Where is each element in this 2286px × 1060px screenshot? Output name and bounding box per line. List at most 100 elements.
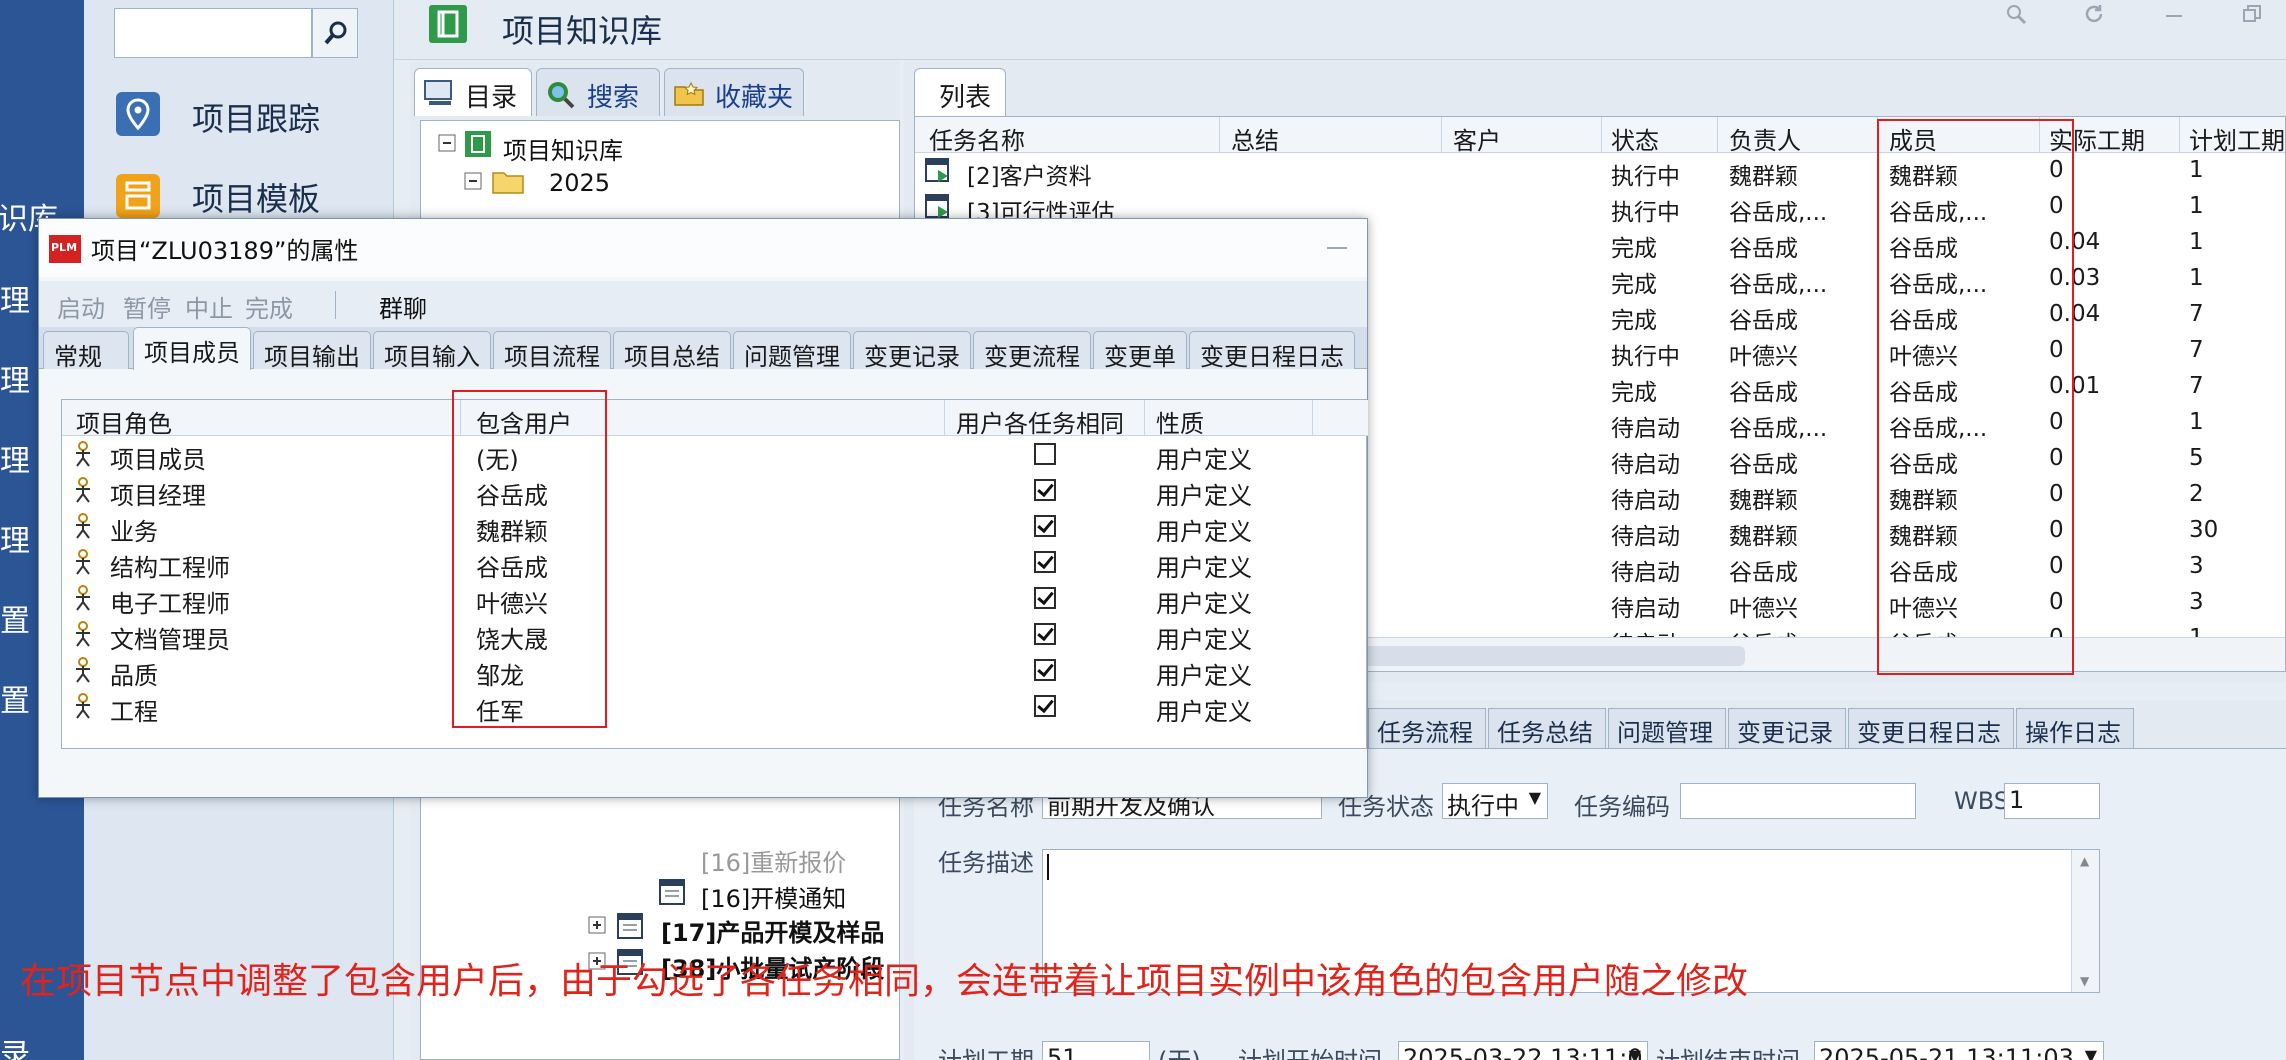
tree-node-partial[interactable]: [16]重新报价 [701,843,846,878]
dialog-title-bar[interactable]: PLM 项目“ZLU03189”的属性 [39,219,1367,277]
module-label[interactable]: 录 [0,1030,30,1060]
tab-operation-log[interactable]: 操作日志 [2016,708,2134,748]
table-row[interactable]: 项目经理 谷岳成 用户定义 [62,472,1368,510]
tab-change-record[interactable]: 变更记录 [1728,708,1846,748]
tab-catalog[interactable]: 目录 [414,68,532,116]
table-row[interactable]: 文档管理员 饶大晟 用户定义 [62,616,1368,654]
tab-project-input[interactable]: 项目输入 [373,331,491,371]
collapse-icon[interactable] [437,133,459,155]
tab-change-flow[interactable]: 变更流程 [973,331,1091,371]
tree-node-year[interactable]: 2025 [549,169,610,197]
collapse-icon[interactable] [463,171,485,193]
module-label[interactable]: 理 [0,516,30,560]
tree-node-task[interactable]: [16]开模通知 [701,879,846,914]
table-row[interactable]: 电子工程师 叶德兴 用户定义 [62,580,1368,618]
table-cell: 待启动 [1611,488,1680,514]
table-cell: 1 [2189,409,2204,435]
module-label[interactable]: 理 [0,276,30,320]
same-for-tasks-checkbox[interactable] [1034,587,1056,609]
tab-task-flow[interactable]: 任务流程 [1368,708,1486,748]
minimize-icon[interactable] [1325,245,1349,251]
task-status-select[interactable]: 执行中 ▼ [1442,783,1548,820]
tab-list[interactable]: 列表 [914,68,1006,116]
restore-icon[interactable] [2240,2,2264,26]
column-header[interactable]: 任务名称 [929,121,1025,156]
complete-button[interactable]: 完成 [245,289,293,324]
table-cell: 待启动 [1611,416,1680,442]
same-for-tasks-checkbox[interactable] [1034,551,1056,573]
module-label[interactable]: 置 [0,676,30,720]
start-button[interactable]: 启动 [57,289,105,324]
tab-issue-management[interactable]: 问题管理 [733,331,851,371]
member-role-table[interactable]: 项目角色 包含用户 用户各任务相同 性质 项目成员 (无) 用户定义 项目经理 谷岳成用… [61,399,1368,749]
plan-start-picker[interactable]: 2025-03-22 13:11:0 ▼ [1398,1041,1648,1060]
nav-search-input[interactable] [114,8,312,58]
tab-label: 项目输入 [384,343,480,371]
nav-item-project-tracking[interactable]: 项目跟踪 [114,80,384,150]
tab-issue-management[interactable]: 问题管理 [1608,708,1726,748]
tab-project-members[interactable]: 项目成员 [133,327,251,370]
role-user-icon [76,693,90,719]
tab-project-output[interactable]: 项目输出 [253,331,371,371]
tab-change-schedule-log[interactable]: 变更日程日志 [1848,708,2014,748]
refresh-icon[interactable] [2082,2,2106,26]
group-chat-button[interactable]: 群聊 [379,289,427,324]
column-header[interactable]: 负责人 [1729,121,1801,156]
column-header[interactable]: 性质 [1156,404,1204,439]
same-for-tasks-checkbox[interactable] [1034,659,1056,681]
table-row[interactable]: [2]客户资料 执行中 魏群颖 魏群颖 0 1 [915,153,2285,190]
tab-label: 项目总结 [624,343,720,371]
tab-task-summary[interactable]: 任务总结 [1488,708,1606,748]
tree-node-task-group[interactable]: [17]产品开模及样品 [661,913,884,948]
table-cell: [2]客户资料 [967,164,1092,190]
tab-search[interactable]: 搜索 [536,68,660,116]
same-for-tasks-checkbox[interactable] [1034,443,1056,465]
module-label[interactable]: 理 [0,356,30,400]
same-for-tasks-checkbox[interactable] [1034,479,1056,501]
wbs-field[interactable]: 1 [2004,783,2100,819]
scroll-up-icon[interactable]: ▲ [2080,854,2089,868]
pause-button[interactable]: 暂停 [123,289,171,324]
column-header[interactable]: 用户各任务相同 [956,404,1124,439]
role-nature: 用户定义 [1156,446,1252,474]
minimize-icon[interactable] [2162,2,2186,26]
same-for-tasks-checkbox[interactable] [1034,623,1056,645]
column-header[interactable]: 总结 [1231,121,1279,156]
plan-end-picker[interactable]: 2025-05-21 13:11:03 ▼ [1814,1041,2104,1060]
search-button[interactable] [312,8,358,58]
module-label[interactable]: 置 [0,596,30,640]
column-header[interactable]: 计划工期 [2189,121,2285,156]
column-header[interactable]: 状态 [1611,121,1659,156]
same-for-tasks-checkbox[interactable] [1034,515,1056,537]
tree-node-root[interactable]: 项目知识库 [503,131,623,166]
role-name: 结构工程师 [110,554,230,582]
table-row[interactable]: 业务 魏群颖 用户定义 [62,508,1368,546]
table-row[interactable]: 结构工程师 谷岳成 用户定义 [62,544,1368,582]
tab-change-schedule-log[interactable]: 变更日程日志 [1189,331,1355,371]
tab-project-flow[interactable]: 项目流程 [493,331,611,371]
tab-project-summary[interactable]: 项目总结 [613,331,731,371]
same-for-tasks-checkbox[interactable] [1034,695,1056,717]
zoom-icon[interactable] [2004,2,2028,26]
module-label[interactable]: 理 [0,436,30,480]
vertical-scrollbar[interactable]: ▲ ▼ [2071,850,2099,992]
table-cell: 谷岳成 [1729,560,1798,586]
abort-button[interactable]: 中止 [185,289,233,324]
column-header[interactable]: 客户 [1453,121,1501,156]
plan-days-unit: (天) [1158,1041,1201,1060]
plan-days-field[interactable]: 51 [1042,1041,1150,1060]
task-code-field[interactable] [1680,783,1916,819]
column-header[interactable]: 项目角色 [76,404,172,439]
tab-change-order[interactable]: 变更单 [1093,331,1187,371]
tab-favorites[interactable]: 收藏夹 [664,68,804,116]
table-row[interactable]: 项目成员 (无) 用户定义 [62,436,1368,474]
table-row[interactable]: 品质 邹龙 用户定义 [62,652,1368,690]
expand-icon[interactable] [587,915,609,937]
role-nature: 用户定义 [1156,626,1252,654]
scroll-down-icon[interactable]: ▼ [2080,974,2089,988]
table-row[interactable]: 工程 任军 用户定义 [62,688,1368,726]
tab-label: 问题管理 [744,343,840,371]
page-title: 项目知识库 [502,12,663,50]
tab-general[interactable]: 常规 [43,331,129,371]
tab-change-record[interactable]: 变更记录 [853,331,971,371]
